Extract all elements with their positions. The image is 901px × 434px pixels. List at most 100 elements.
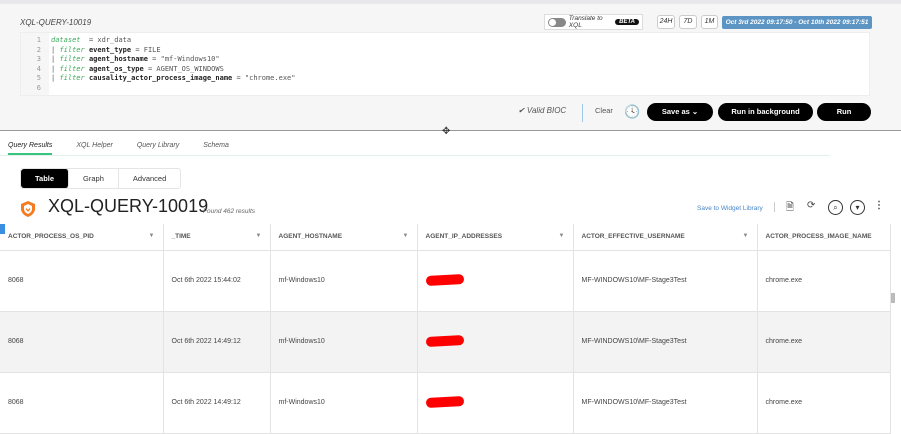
table-cell: 8068 xyxy=(0,250,164,312)
column-header[interactable]: _TIME ▼ xyxy=(163,224,271,251)
translate-toggle[interactable]: Translate to XQL BETA xyxy=(544,14,643,30)
table-cell: chrome.exe xyxy=(757,250,891,312)
column-filter-icon[interactable]: ▼ xyxy=(403,233,409,239)
query-editor[interactable]: 1 dataset = xdr_data 2 | filter event_typ… xyxy=(20,32,870,96)
code-keyword: filter xyxy=(59,74,85,82)
beta-badge: BETA xyxy=(615,19,639,25)
column-header[interactable]: ACTOR_EFFECTIVE_USERNAME ▼ xyxy=(573,224,758,251)
code-value: = AGENT_OS_WINDOWS xyxy=(143,64,224,73)
view-graph-button[interactable]: Graph xyxy=(69,169,119,188)
code-field: event_type xyxy=(88,45,132,54)
code-field: agent_os_type xyxy=(88,64,144,73)
results-count: Found 462 results xyxy=(203,208,256,215)
code-field: causality_actor_process_image_name xyxy=(88,74,233,82)
table-cell: 8068 xyxy=(0,372,164,434)
table-row[interactable]: 8068 Oct 6th 2022 14:49:12 mf-Windows10 MF-… xyxy=(0,311,891,373)
column-header-label: AGENT_IP_ADDRESSES xyxy=(425,233,503,241)
code-line: | filter agent_hostname = "mf-Windows10" xyxy=(51,55,220,63)
scrollbar[interactable] xyxy=(891,293,895,303)
table-cell: 8068 xyxy=(0,311,164,373)
code-line: | filter causality_actor_process_image_n… xyxy=(51,74,296,82)
line-number: 4 xyxy=(36,64,41,73)
code-line: dataset = xdr_data xyxy=(51,36,131,44)
save-as-button[interactable]: Save as ⌄ xyxy=(647,103,713,121)
tab-schema[interactable]: Schema xyxy=(203,142,229,155)
column-filter-icon[interactable]: ▼ xyxy=(149,233,155,239)
shield-icon xyxy=(21,201,35,217)
run-in-background-button[interactable]: Run in background xyxy=(718,103,813,121)
column-header-label: ACTOR_EFFECTIVE_USERNAME xyxy=(581,233,685,241)
code-value: = "mf-Windows10" xyxy=(147,55,220,63)
table-cell-redacted xyxy=(417,311,574,373)
tab-xql-helper[interactable]: XQL Helper xyxy=(76,142,112,155)
results-tabs: Query Results XQL Helper Query Library S… xyxy=(8,142,229,155)
results-table: ACTOR_PROCESS_OS_PID ▼ _TIME ▼ AGENT_HOSTNAM… xyxy=(0,224,891,434)
column-header[interactable]: ACTOR_PROCESS_OS_PID ▼ xyxy=(0,224,164,251)
run-button[interactable]: Run xyxy=(817,103,871,121)
view-table-button[interactable]: Table xyxy=(21,169,70,188)
range-1m-button[interactable]: 1M xyxy=(701,15,718,29)
export-icon[interactable]: 🗎 xyxy=(786,200,794,217)
column-header[interactable]: AGENT_IP_ADDRESSES ▼ xyxy=(417,224,574,251)
table-cell: mf-Windows10 xyxy=(270,250,418,312)
column-filter-icon[interactable]: ▼ xyxy=(743,233,749,239)
line-number: 5 xyxy=(36,74,41,82)
toggle-switch[interactable] xyxy=(548,17,566,27)
line-number: 3 xyxy=(36,55,41,63)
tab-query-library[interactable]: Query Library xyxy=(137,142,179,155)
table-row[interactable]: 8068 Oct 6th 2022 14:49:12 mf-Windows10 MF-… xyxy=(0,372,891,434)
code-keyword: filter xyxy=(59,64,85,73)
view-advanced-button[interactable]: Advanced xyxy=(119,169,180,188)
date-range-picker[interactable]: Oct 3rd 2022 09:17:50 - Oct 10th 2022 09… xyxy=(722,16,872,29)
column-header-label: _TIME xyxy=(171,233,191,241)
table-cell: mf-Windows10 xyxy=(270,311,418,373)
code-keyword: filter xyxy=(59,55,85,63)
history-clock-icon[interactable]: 🕓 xyxy=(624,104,640,120)
column-header[interactable]: AGENT_HOSTNAME ▼ xyxy=(270,224,418,251)
table-cell: Oct 6th 2022 14:49:12 xyxy=(163,311,271,373)
code-line: | filter event_type = FILE xyxy=(51,45,161,54)
column-header-label: ACTOR_PROCESS_OS_PID xyxy=(8,233,94,241)
table-cell: MF-WINDOWS10\MF-Stage3Test xyxy=(573,372,758,434)
code-value: = "chrome.exe" xyxy=(232,74,296,82)
table-cell: MF-WINDOWS10\MF-Stage3Test xyxy=(573,311,758,373)
code-value: = xdr_data xyxy=(84,36,132,44)
code-keyword: dataset xyxy=(51,36,81,44)
search-icon[interactable]: ⌕ xyxy=(828,200,843,215)
results-title: XQL-QUERY-10019 xyxy=(48,196,209,216)
code-value: = FILE xyxy=(131,45,161,54)
line-number: 6 xyxy=(36,83,41,92)
redaction-mark xyxy=(425,395,464,408)
table-cell: mf-Windows10 xyxy=(270,372,418,434)
query-name: XQL-QUERY-10019 xyxy=(20,18,92,27)
resize-handle-icon[interactable]: ✥ xyxy=(442,126,450,137)
redaction-mark xyxy=(425,334,464,347)
resize-divider[interactable] xyxy=(0,130,901,131)
range-7d-button[interactable]: 7D xyxy=(679,15,697,29)
view-switcher: Table Graph Advanced xyxy=(20,168,182,189)
separator xyxy=(582,104,583,122)
table-cell: Oct 6th 2022 15:44:02 xyxy=(163,250,271,312)
save-to-widget-library-link[interactable]: Save to Widget Library xyxy=(697,205,763,212)
code-field: agent_hostname xyxy=(88,55,148,63)
tab-query-results[interactable]: Query Results xyxy=(8,142,53,155)
translate-label: Translate to XQL xyxy=(568,15,603,29)
range-24h-button[interactable]: 24H xyxy=(657,15,675,29)
table-cell: MF-WINDOWS10\MF-Stage3Test xyxy=(573,250,758,312)
clear-button[interactable]: Clear xyxy=(595,106,613,115)
code-line: | filter agent_os_type = AGENT_OS_WINDOW… xyxy=(51,64,224,73)
line-number: 1 xyxy=(36,36,41,44)
filter-dropdown-icon[interactable]: ▾ xyxy=(850,200,865,215)
valid-bioc-status: ✔ Valid BIOC xyxy=(518,106,567,115)
column-filter-icon[interactable]: ▼ xyxy=(559,233,565,239)
column-filter-icon[interactable]: ▼ xyxy=(256,233,262,239)
column-header[interactable]: ACTOR_PROCESS_IMAGE_NAME xyxy=(757,224,891,251)
table-cell-redacted xyxy=(417,372,574,434)
table-row[interactable]: 8068 Oct 6th 2022 15:44:02 mf-Windows10 MF-… xyxy=(0,250,891,312)
more-options-icon[interactable]: ⋮ xyxy=(874,200,884,211)
column-header-label: ACTOR_PROCESS_IMAGE_NAME xyxy=(765,233,872,241)
table-cell: Oct 6th 2022 14:49:12 xyxy=(163,372,271,434)
refresh-icon[interactable]: ⟳ xyxy=(807,200,815,211)
redaction-mark xyxy=(425,273,464,286)
